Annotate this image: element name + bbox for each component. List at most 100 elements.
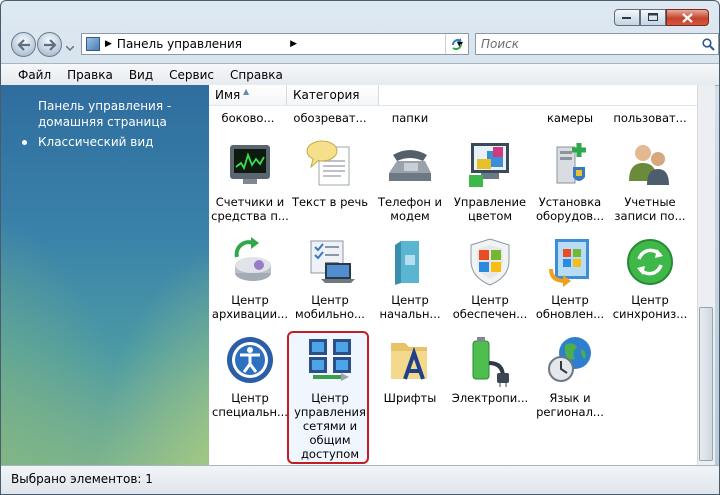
item-label: Телефон и модем: [377, 195, 443, 223]
classic-view-label: Классический вид: [38, 135, 154, 149]
item-windows-update[interactable]: Центр обновлен...: [531, 235, 609, 321]
item-label: Центр начальн...: [379, 293, 441, 321]
performance-icon: [230, 145, 270, 184]
partial-item[interactable]: боково...: [209, 111, 287, 125]
item-label: Учетные записи по...: [614, 195, 686, 223]
search-button[interactable]: [698, 37, 718, 51]
item-text-to-speech[interactable]: Текст в речь: [291, 137, 369, 209]
navigation-bar: ▶ Панель управления ▶ ▼ Поиск: [9, 31, 719, 59]
item-label: папки: [391, 111, 429, 125]
item-network-center[interactable]: Центр управления сетями и общим доступом: [291, 333, 369, 461]
menu-file[interactable]: Файл: [1, 65, 59, 85]
menu-tools[interactable]: Сервис: [161, 65, 222, 85]
menu-view[interactable]: Вид: [121, 65, 161, 85]
item-label: Текст в речь: [291, 195, 369, 209]
search-input[interactable]: Поиск: [476, 37, 698, 51]
item-sync-center[interactable]: Центр синхрониз...: [611, 235, 689, 321]
breadcrumb-separator[interactable]: ▶: [105, 39, 112, 49]
text-to-speech-icon: [306, 140, 350, 186]
ease-of-access-icon: [227, 337, 273, 383]
item-backup-center[interactable]: Центр архивации...: [211, 235, 289, 321]
forward-arrow-icon: [43, 38, 57, 51]
item-label: Центр синхрониз...: [612, 293, 688, 321]
menu-bar: Файл Правка Вид Сервис Справка: [1, 63, 719, 86]
partial-item[interactable]: папки: [371, 111, 449, 125]
control-panel-icon: [86, 37, 100, 51]
item-regional-options[interactable]: Язык и регионал...: [531, 333, 609, 419]
column-category-label: Категория: [293, 88, 360, 102]
color-management-icon: [469, 143, 509, 187]
item-mobility-center[interactable]: Центр мобильно...: [291, 235, 369, 321]
item-label: Центр архивации...: [211, 293, 289, 321]
control-panel-home-link[interactable]: Панель управления - домашняя страница: [38, 98, 203, 130]
item-power-options[interactable]: Электропи...: [451, 333, 529, 405]
address-bar[interactable]: ▶ Панель управления ▶ ▼: [81, 33, 469, 55]
recent-pages-button[interactable]: [65, 40, 75, 54]
back-arrow-icon: [16, 38, 30, 51]
welcome-center-icon: [395, 241, 419, 285]
phone-modem-icon: [389, 150, 431, 181]
breadcrumb-control-panel[interactable]: Панель управления: [117, 37, 285, 51]
partial-item[interactable]: обозреват...: [291, 111, 369, 125]
item-label: Язык и регионал...: [536, 391, 604, 419]
security-center-icon: [470, 238, 510, 286]
back-button[interactable]: [11, 32, 36, 57]
backup-center-icon: [234, 237, 271, 281]
item-label: пользоват...: [613, 111, 687, 125]
column-headers: ▲ Имя Категория: [209, 85, 697, 106]
item-label: боково...: [221, 111, 275, 125]
windows-update-icon: [549, 239, 589, 287]
item-ease-of-access[interactable]: Центр специальн...: [211, 333, 289, 419]
item-label: Установка оборудов...: [535, 195, 604, 223]
bullet-icon: [22, 139, 27, 145]
partial-item[interactable]: камеры: [531, 111, 609, 125]
items-view: ▲ Имя Категория боково... обозреват... п…: [209, 85, 697, 465]
refresh-icon: [452, 38, 462, 50]
item-security-center[interactable]: Центр обеспечен...: [451, 235, 529, 321]
column-name-header[interactable]: ▲ Имя: [209, 85, 287, 105]
forward-button[interactable]: [37, 32, 62, 57]
scrollbar-thumb[interactable]: [699, 307, 713, 461]
caption-buttons: [614, 9, 709, 26]
minimize-button[interactable]: [614, 9, 640, 26]
item-label: Счетчики и средства п...: [211, 195, 289, 223]
sort-arrow-icon: ▲: [243, 87, 250, 96]
item-color-management[interactable]: Управление цветом: [451, 137, 529, 223]
classic-view-link[interactable]: Классический вид: [22, 135, 153, 149]
status-bar: Выбрано элементов: 1: [1, 465, 719, 494]
network-center-icon: [309, 339, 351, 381]
maximize-button[interactable]: [640, 9, 666, 26]
item-performance[interactable]: Счетчики и средства п...: [211, 137, 289, 223]
column-name-label: Имя: [215, 88, 241, 102]
regional-options-icon: [548, 337, 591, 382]
search-box[interactable]: Поиск: [475, 33, 719, 55]
item-label: Шрифты: [383, 391, 437, 405]
item-welcome-center[interactable]: Центр начальн...: [371, 235, 449, 321]
partial-item[interactable]: пользоват...: [611, 111, 689, 125]
menu-help[interactable]: Справка: [222, 65, 291, 85]
item-user-accounts[interactable]: Учетные записи по...: [611, 137, 689, 223]
item-label: Центр обновлен...: [535, 293, 605, 321]
refresh-button[interactable]: [445, 34, 468, 54]
close-button[interactable]: [666, 9, 709, 26]
power-options-icon: [472, 337, 509, 387]
vertical-scrollbar[interactable]: [697, 85, 715, 465]
fonts-icon: [391, 343, 427, 380]
breadcrumb-separator-end[interactable]: ▶: [290, 39, 297, 49]
item-label: камеры: [546, 111, 594, 125]
item-label: Центр обеспечен...: [452, 293, 528, 321]
search-icon: [701, 37, 715, 51]
item-phone-modem[interactable]: Телефон и модем: [371, 137, 449, 223]
item-label: Управление цветом: [453, 195, 527, 223]
mobility-center-icon: [310, 240, 355, 283]
item-add-hardware[interactable]: Установка оборудов...: [531, 137, 609, 223]
minimize-icon: [622, 16, 631, 19]
menu-edit[interactable]: Правка: [59, 65, 121, 85]
column-category-header[interactable]: Категория: [287, 85, 379, 105]
user-accounts-icon: [629, 145, 669, 185]
item-label: обозреват...: [293, 111, 367, 125]
sync-center-icon: [627, 239, 673, 285]
status-text: Выбрано элементов: 1: [11, 472, 153, 486]
item-fonts[interactable]: Шрифты: [371, 333, 449, 405]
chevron-down-icon: [65, 45, 75, 51]
